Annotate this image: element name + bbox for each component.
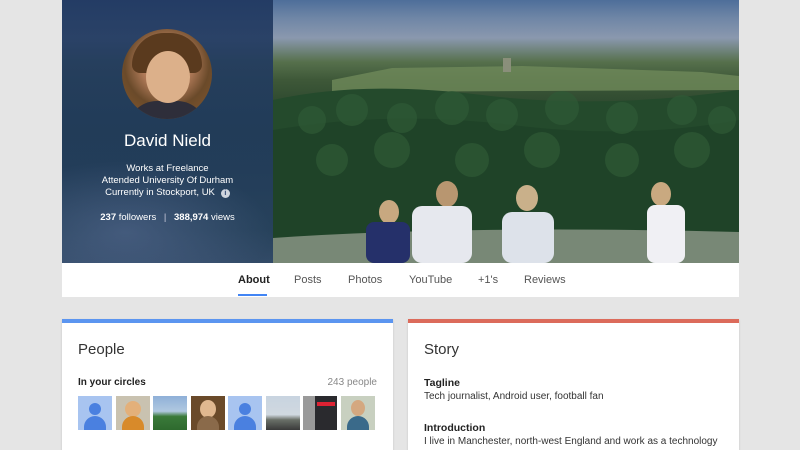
views-label: views [210,212,235,223]
circle-avatar[interactable] [265,396,300,430]
circles-count[interactable]: 243 people [328,377,378,388]
tab-youtube[interactable]: YouTube [409,274,452,286]
story-card-title: Story [424,341,460,358]
profile-avatar[interactable] [122,29,212,119]
people-card: People In your circles 243 people [62,319,393,450]
profile-header: David Nield Works at Freelance Attended … [62,0,739,297]
info-icon[interactable]: i [220,189,230,198]
circle-avatar[interactable] [115,396,150,430]
profile-education: Attended University Of Durham [101,175,234,186]
story-card: Story Tagline Tech journalist, Android u… [408,319,739,450]
circle-avatar[interactable] [190,396,225,430]
profile-location: Currently in Stockport, UK [105,187,215,198]
followers-label[interactable]: followers [119,212,157,223]
circle-avatar[interactable] [153,396,187,430]
people-card-title: People [78,341,125,358]
tab-photos[interactable]: Photos [348,274,382,286]
tagline-text: Tech journalist, Android user, football … [424,391,604,402]
circle-avatars [78,396,375,430]
tab-reviews[interactable]: Reviews [524,274,566,286]
active-tab-indicator [238,294,267,296]
tab-about[interactable]: About [238,274,270,286]
profile-location-line: Currently in Stockport, UK i [62,187,273,198]
followers-count[interactable]: 237 [100,212,116,223]
tagline-heading: Tagline [424,377,460,389]
profile-stats: 237 followers | 388,974 views [62,212,273,223]
profile-name: David Nield [124,131,211,150]
profile-info-panel: David Nield Works at Freelance Attended … [62,0,273,263]
introduction-text: I live in Manchester, north-west England… [424,436,718,447]
in-your-circles-label[interactable]: In your circles [78,377,146,388]
views-count: 388,974 [174,212,209,223]
circle-avatar[interactable] [303,396,337,430]
tab-posts[interactable]: Posts [294,274,322,286]
circle-avatar[interactable] [228,396,262,430]
profile-tabs: About Posts Photos YouTube +1's Reviews [62,263,739,297]
tab-plus-ones[interactable]: +1's [478,274,498,286]
stats-separator: | [163,212,167,223]
introduction-heading: Introduction [424,422,486,434]
circle-avatar[interactable] [78,396,112,430]
profile-work: Works at Freelance [126,163,209,174]
circle-avatar[interactable] [340,396,375,430]
